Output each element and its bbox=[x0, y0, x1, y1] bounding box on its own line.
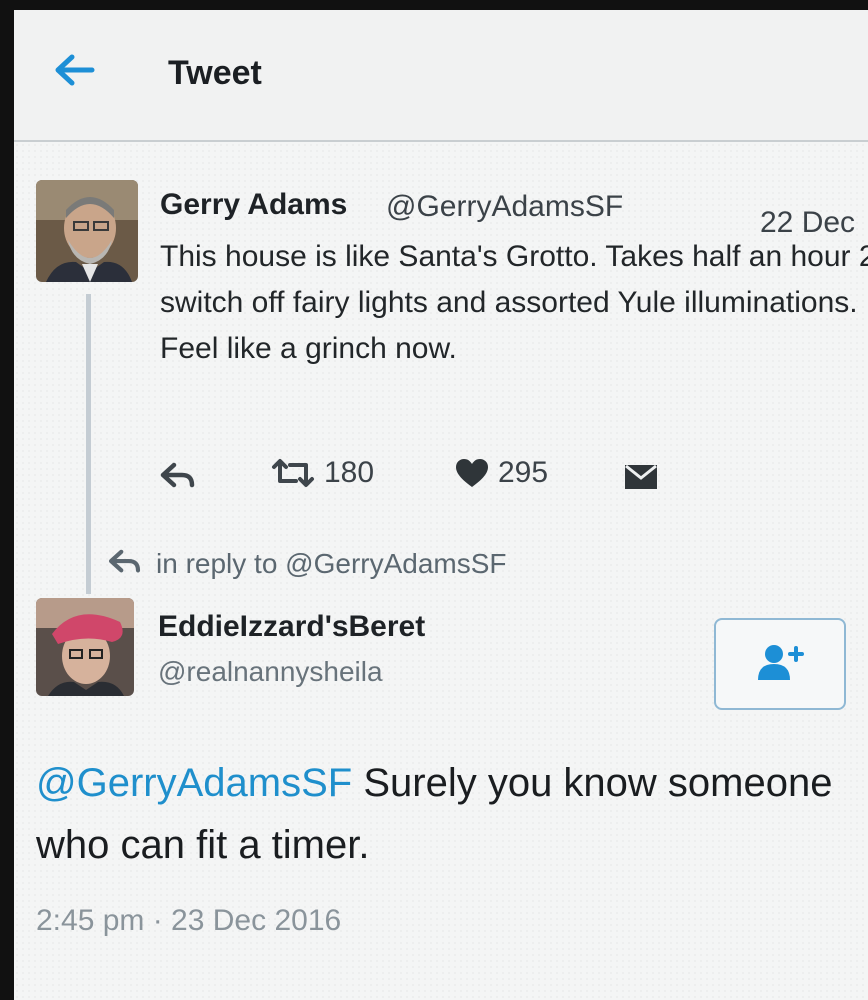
reply-context[interactable]: in reply to @GerryAdamsSF bbox=[108, 548, 507, 580]
message-button[interactable] bbox=[624, 464, 658, 490]
retweet-icon bbox=[270, 457, 316, 489]
heart-icon bbox=[454, 457, 490, 489]
follow-button[interactable] bbox=[714, 618, 846, 710]
reply-context-text: in reply to @GerryAdamsSF bbox=[156, 548, 507, 579]
thread-connector bbox=[86, 294, 91, 594]
reply-icon bbox=[160, 462, 196, 490]
like-count: 295 bbox=[498, 456, 549, 489]
like-button[interactable]: 295 bbox=[454, 456, 548, 490]
author-name[interactable]: Gerry Adams bbox=[160, 188, 347, 222]
retweet-button[interactable]: 180 bbox=[270, 456, 374, 490]
author-handle[interactable]: @GerryAdamsSF bbox=[386, 190, 623, 224]
retweet-count: 180 bbox=[324, 456, 375, 489]
arrow-left-icon[interactable] bbox=[52, 52, 96, 88]
mention-link[interactable]: @GerryAdamsSF bbox=[36, 761, 352, 805]
reply-icon bbox=[108, 549, 142, 580]
reply-tweet-text: @GerryAdamsSF Surely you know someone wh… bbox=[36, 752, 836, 876]
envelope-icon bbox=[624, 464, 658, 490]
tweet-screen: Tweet Gerry Adams @GerryAdamsSF 22 Dec T… bbox=[14, 10, 868, 1000]
reply-author-name[interactable]: EddieIzzard'sBeret bbox=[158, 610, 425, 644]
reply-author-handle[interactable]: @realnannysheila bbox=[158, 656, 383, 688]
top-bar: Tweet bbox=[14, 10, 868, 142]
tweet-timestamp: 2:45 pm · 23 Dec 2016 bbox=[36, 904, 342, 937]
avatar-gerry-adams[interactable] bbox=[36, 180, 138, 282]
page-title: Tweet bbox=[168, 54, 262, 92]
tweet-text: This house is like Santa's Grotto. Takes… bbox=[160, 240, 868, 365]
tweet-actions: 180 295 bbox=[14, 456, 868, 496]
avatar-eddieizzards-beret[interactable] bbox=[36, 598, 134, 696]
reply-button[interactable] bbox=[160, 462, 196, 490]
